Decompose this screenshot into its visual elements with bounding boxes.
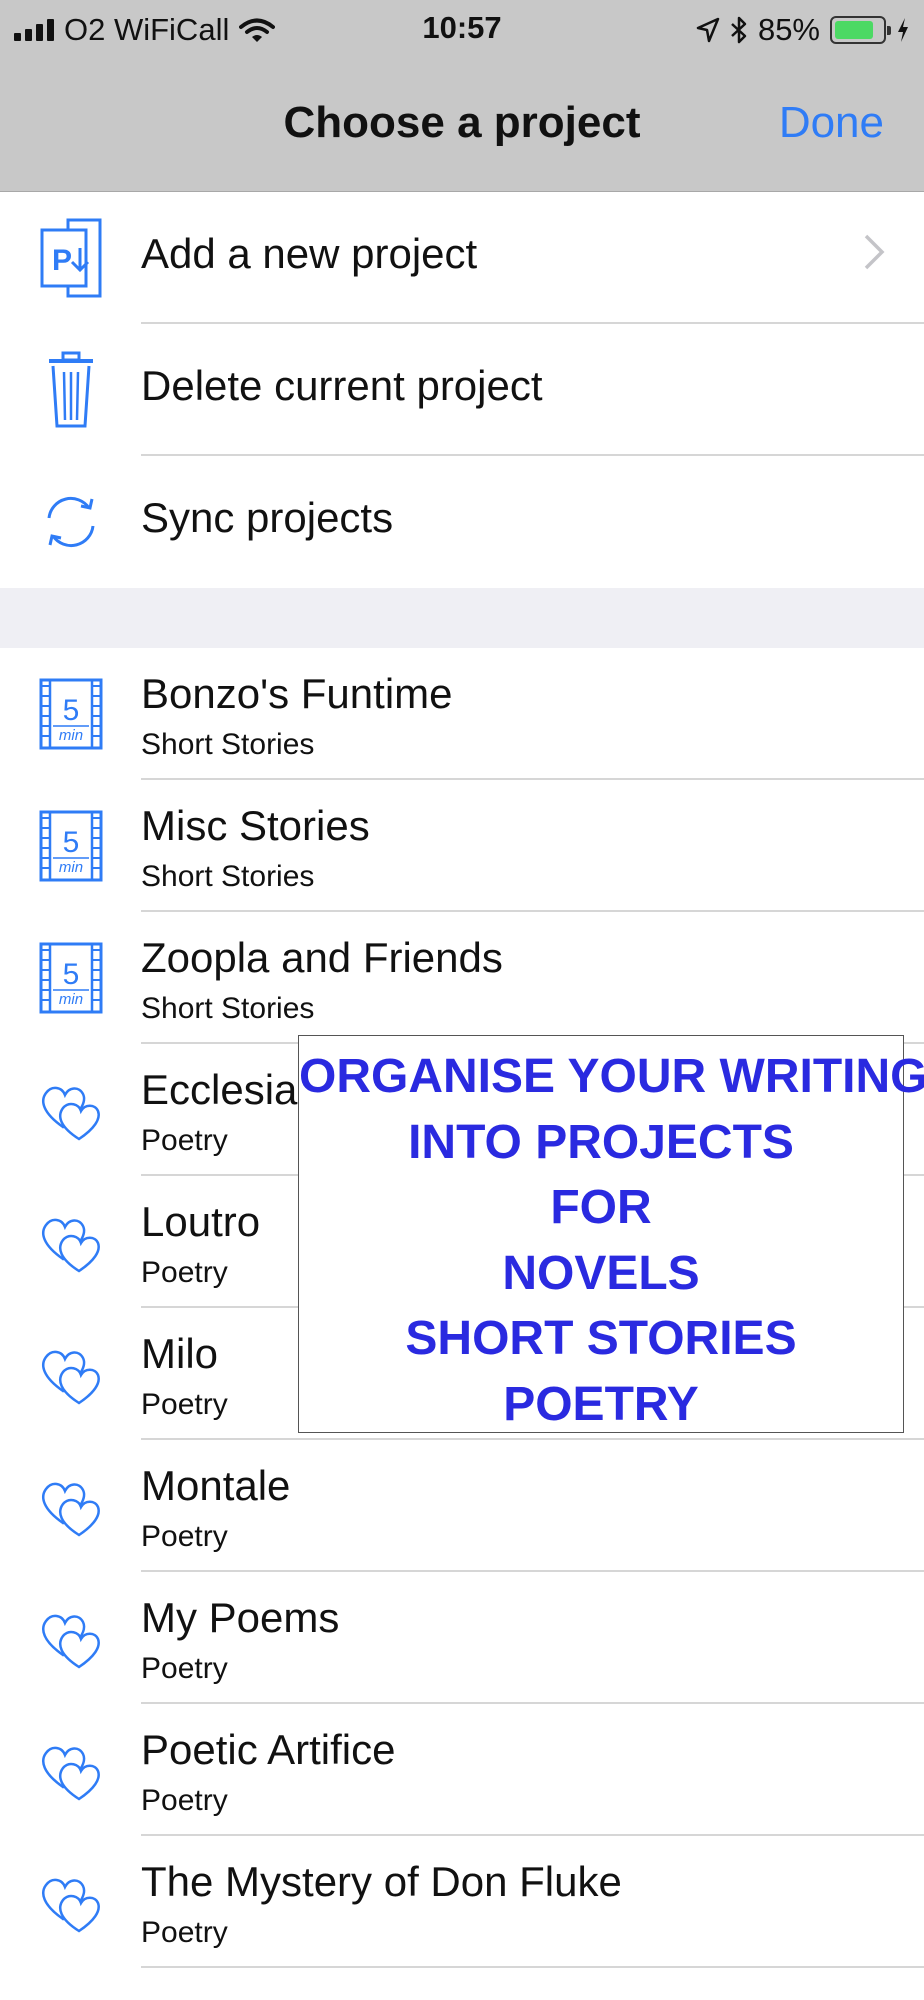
sync-projects-label: Sync projects bbox=[141, 494, 394, 541]
bluetooth-icon bbox=[731, 16, 747, 44]
film-5-min-icon: 5 min bbox=[36, 936, 106, 1020]
project-row[interactable]: 5 min Zoopla and Friends Short Stories bbox=[0, 912, 924, 1044]
delete-project-row[interactable]: Delete current project bbox=[0, 324, 924, 456]
project-type: Poetry bbox=[141, 1124, 228, 1157]
done-button[interactable]: Done bbox=[779, 98, 884, 148]
location-arrow-icon bbox=[696, 17, 720, 43]
film-5-min-icon: 5 min bbox=[36, 804, 106, 888]
project-title: Loutro bbox=[141, 1198, 261, 1245]
sync-icon bbox=[36, 480, 106, 564]
project-title: Milo bbox=[141, 1330, 219, 1377]
hearts-icon bbox=[36, 1332, 106, 1416]
svg-text:min: min bbox=[59, 727, 83, 744]
project-type: Short Stories bbox=[141, 860, 315, 893]
battery-percent: 85% bbox=[757, 12, 820, 47]
project-title: My Poems bbox=[141, 1594, 340, 1641]
add-project-icon: P bbox=[36, 216, 106, 300]
project-row[interactable]: Poetic Artifice Poetry bbox=[0, 1704, 924, 1836]
trash-icon bbox=[36, 348, 106, 432]
project-title: The Mystery of Don Fluke bbox=[141, 1858, 622, 1905]
hearts-icon bbox=[36, 1068, 106, 1152]
promo-line: NOVELS bbox=[502, 1246, 700, 1300]
navigation-bar: Choose a project Done bbox=[0, 64, 924, 192]
project-title: Misc Stories bbox=[141, 802, 370, 849]
promo-line: ORGANISE YOUR WRITING bbox=[299, 1050, 924, 1103]
status-bar: O2 WiFiCall 10:57 85% bbox=[0, 0, 924, 64]
project-row[interactable]: 5 min Bonzo's Funtime Short Stories bbox=[0, 648, 924, 780]
sync-projects-row[interactable]: Sync projects bbox=[0, 456, 924, 588]
charging-bolt-icon bbox=[898, 18, 908, 42]
svg-text:5: 5 bbox=[63, 694, 80, 727]
project-type: Poetry bbox=[141, 1784, 228, 1817]
project-title: Poetic Artifice bbox=[141, 1726, 396, 1773]
project-type: Poetry bbox=[141, 1388, 228, 1421]
promo-line: SHORT STORIES bbox=[405, 1312, 797, 1365]
add-project-label: Add a new project bbox=[141, 230, 478, 277]
promo-line: INTO PROJECTS bbox=[408, 1115, 794, 1169]
project-row[interactable]: Montale Poetry bbox=[0, 1440, 924, 1572]
add-project-row[interactable]: P Add a new project bbox=[0, 192, 924, 324]
promo-banner: ORGANISE YOUR WRITING INTO PROJECTS FOR … bbox=[298, 1035, 924, 1433]
project-title: Bonzo's Funtime bbox=[141, 670, 453, 717]
project-type: Poetry bbox=[141, 1652, 228, 1685]
project-row[interactable]: My Poems Poetry bbox=[0, 1572, 924, 1704]
project-type: Short Stories bbox=[141, 728, 315, 761]
film-5-min-icon: 5 min bbox=[36, 672, 106, 756]
hearts-icon bbox=[36, 1860, 106, 1944]
promo-line: FOR bbox=[550, 1181, 652, 1234]
hearts-icon bbox=[36, 1200, 106, 1284]
svg-text:min: min bbox=[59, 991, 83, 1008]
svg-text:5: 5 bbox=[63, 826, 80, 859]
promo-line: POETRY bbox=[503, 1377, 699, 1431]
delete-project-label: Delete current project bbox=[141, 362, 543, 409]
svg-text:P: P bbox=[52, 244, 72, 277]
project-row[interactable]: 5 min Misc Stories Short Stories bbox=[0, 780, 924, 912]
hearts-icon bbox=[36, 1596, 106, 1680]
svg-text:5: 5 bbox=[63, 958, 80, 991]
project-type: Poetry bbox=[141, 1256, 228, 1289]
project-title: Ecclesia bbox=[141, 1066, 298, 1113]
hearts-icon bbox=[36, 1728, 106, 1812]
project-title: Montale bbox=[141, 1462, 291, 1509]
project-type: Poetry bbox=[141, 1916, 228, 1949]
svg-text:min: min bbox=[59, 859, 83, 876]
project-type: Short Stories bbox=[141, 992, 315, 1025]
project-row[interactable]: The Mystery of Don Fluke Poetry bbox=[0, 1836, 924, 1968]
project-title: Zoopla and Friends bbox=[141, 934, 503, 981]
hearts-icon bbox=[36, 1464, 106, 1548]
project-type: Poetry bbox=[141, 1520, 228, 1553]
chevron-right-icon bbox=[864, 234, 885, 270]
section-divider bbox=[0, 588, 924, 648]
battery-icon bbox=[830, 16, 891, 44]
